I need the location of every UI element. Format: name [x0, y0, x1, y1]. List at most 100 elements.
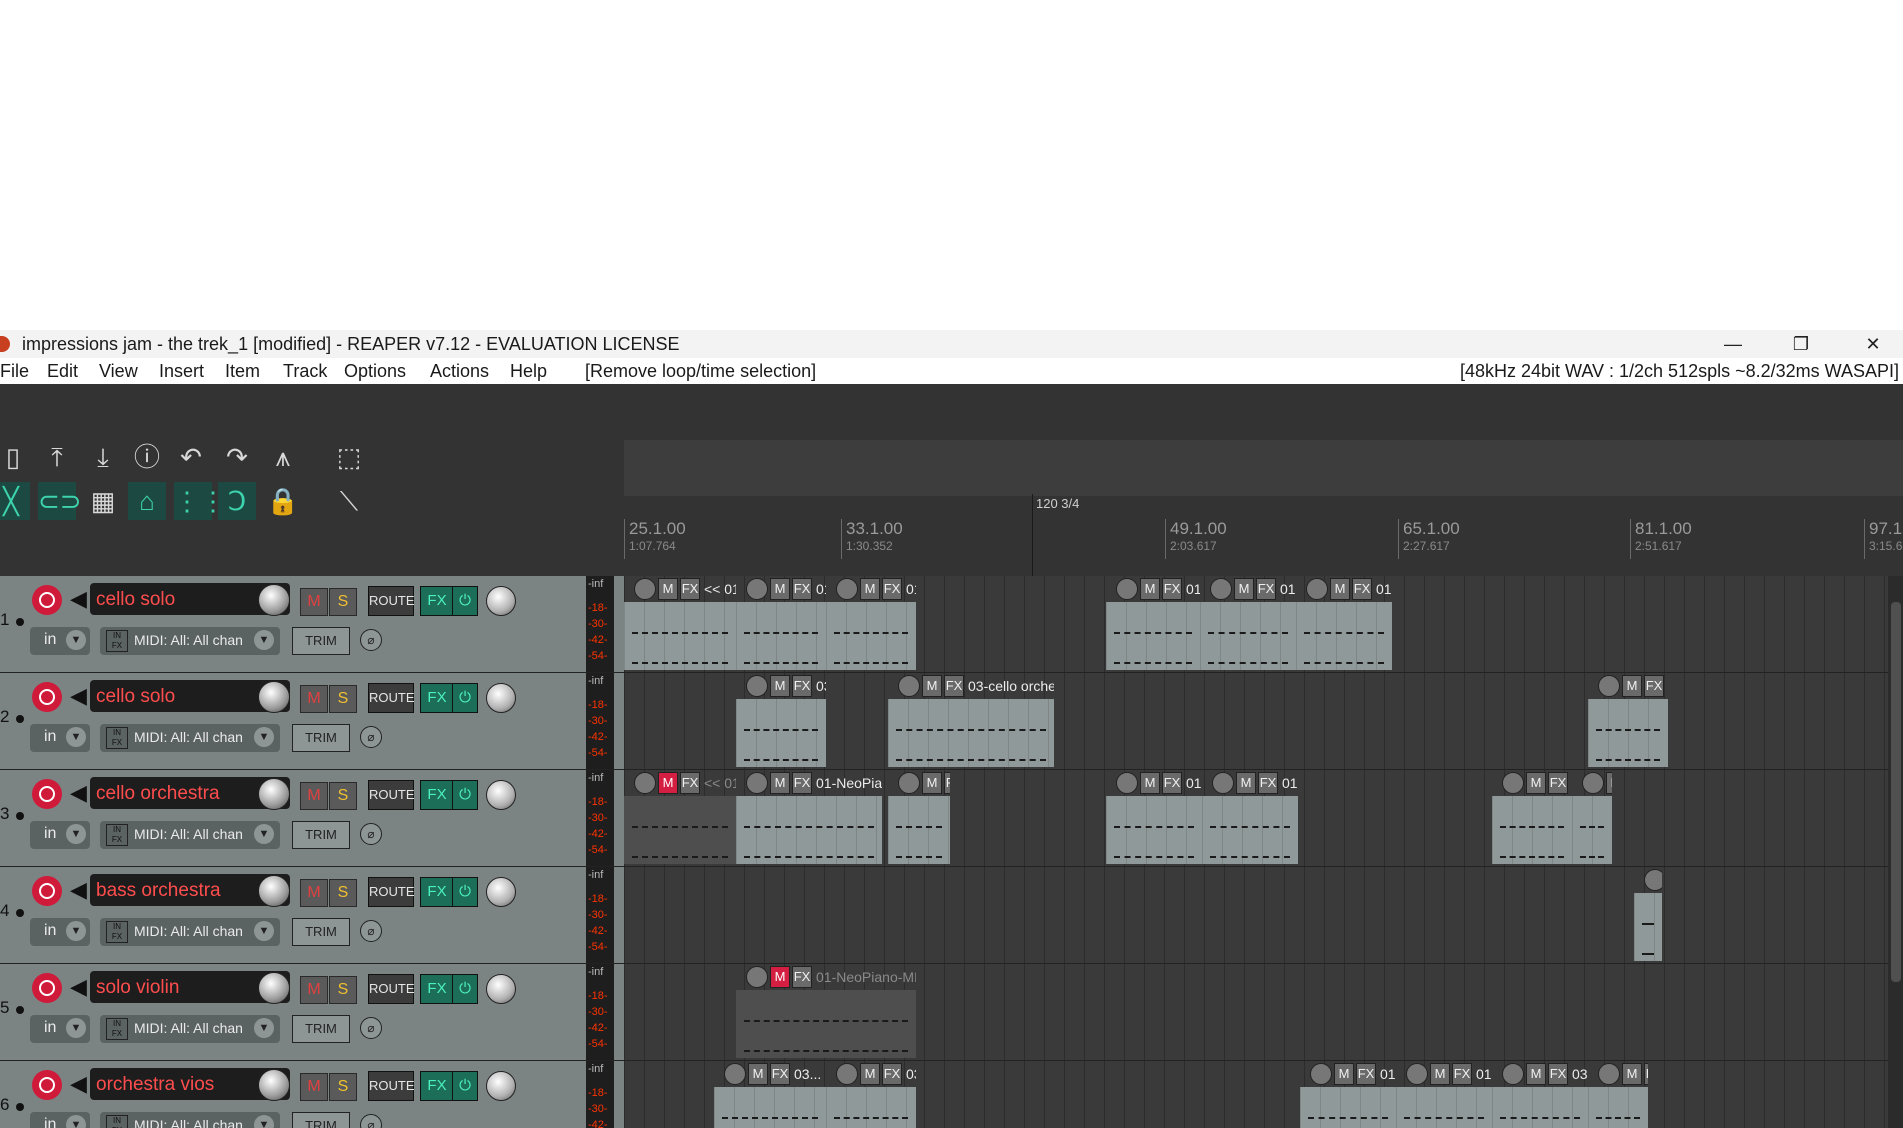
track-lane[interactable]: MFX<< 01-... MFX01-NeoPiano... MFX0... M…: [624, 770, 1903, 867]
midi-item[interactable]: MFX01-...: [1106, 772, 1202, 864]
fx-button[interactable]: FX: [420, 586, 454, 616]
volume-knob[interactable]: [258, 1069, 290, 1101]
item-midi-body[interactable]: [826, 1087, 916, 1128]
midi-input-dropdown[interactable]: INFX MIDI: All: All chan ▼: [100, 918, 280, 946]
item-mute-button[interactable]: M: [1526, 772, 1546, 794]
item-envelope-icon[interactable]: [1212, 772, 1234, 794]
metronome-icon[interactable]: ⩚: [264, 438, 302, 476]
midi-item[interactable]: MFX 03...: [736, 675, 826, 767]
ruler-marker[interactable]: 65.1.00 2:27.617: [1398, 519, 1460, 559]
item-envelope-icon[interactable]: [1116, 772, 1138, 794]
item-fx-button[interactable]: FX: [1258, 772, 1278, 794]
item-fx-button[interactable]: FX: [1548, 772, 1568, 794]
maximize-button[interactable]: ❐: [1773, 330, 1829, 358]
ruler-marker[interactable]: 25.1.00 1:07.764: [624, 519, 686, 559]
record-arm-button[interactable]: [32, 973, 62, 1003]
item-mute-button[interactable]: M: [1140, 578, 1160, 600]
ripple-icon[interactable]: ╳: [0, 482, 30, 520]
item-fx-button[interactable]: FX: [792, 675, 812, 697]
item-midi-body[interactable]: [736, 602, 826, 670]
redo-icon[interactable]: ↷: [218, 438, 256, 476]
menu-view[interactable]: View: [99, 361, 138, 382]
midi-input-dropdown[interactable]: INFX MIDI: All: All chan ▼: [100, 627, 280, 655]
item-envelope-icon[interactable]: [1582, 772, 1604, 794]
item-header[interactable]: MFX0...: [888, 772, 950, 796]
item-header[interactable]: MFX01-NeoPiano-MIDI-gl...: [1200, 578, 1296, 602]
item-header[interactable]: MFX 01...: [826, 578, 916, 602]
phase-invert-button[interactable]: ⌀: [360, 920, 382, 942]
item-envelope-icon[interactable]: [724, 1063, 746, 1085]
trim-button[interactable]: TRIM: [292, 724, 350, 752]
item-envelope-icon[interactable]: [634, 578, 656, 600]
selection-rect-icon[interactable]: ⬚: [330, 438, 368, 476]
fx-bypass-button[interactable]: ⏻: [452, 877, 478, 907]
midi-item[interactable]: MFX 01...: [826, 578, 916, 670]
route-button[interactable]: ROUTE: [368, 974, 415, 1004]
phase-invert-button[interactable]: ⌀: [360, 823, 382, 845]
midi-input-dropdown[interactable]: INFX MIDI: All: All chan ▼: [100, 1015, 280, 1043]
chevron-down-icon[interactable]: ▼: [66, 727, 86, 747]
input-fx-icon[interactable]: INFX: [106, 921, 128, 943]
item-header[interactable]: MFX<< 01-...: [624, 772, 736, 796]
item-mute-button[interactable]: M: [658, 578, 678, 600]
item-header[interactable]: MFX 03...: [826, 1063, 916, 1087]
input-monitor-dropdown[interactable]: in ▼: [30, 918, 90, 946]
fx-bypass-button[interactable]: ⏻: [452, 683, 478, 713]
midi-item[interactable]: MFX03-cello orchest...: [888, 675, 1054, 767]
trim-button[interactable]: TRIM: [292, 821, 350, 849]
item-envelope-icon[interactable]: [1502, 772, 1524, 794]
mute-button[interactable]: M: [300, 879, 328, 907]
track-lane[interactable]: MFX03... MFX03-cello orchest... MFX: [624, 673, 1903, 770]
midi-input-dropdown[interactable]: INFX MIDI: All: All chan ▼: [100, 821, 280, 849]
item-header[interactable]: MFX01-...: [1300, 1063, 1396, 1087]
trim-button[interactable]: TRIM: [292, 1015, 350, 1043]
snap-magnet-icon[interactable]: Ↄ: [218, 482, 256, 520]
item-header[interactable]: MFX 01...: [736, 578, 826, 602]
item-fx-button[interactable]: FX: [1548, 1063, 1568, 1085]
upload-icon[interactable]: ⤒: [38, 438, 76, 476]
track-lane[interactable]: MFX01-NeoPiano-MIDI-...: [624, 964, 1903, 1061]
item-envelope-icon[interactable]: [1502, 1063, 1524, 1085]
item-mute-button[interactable]: M: [922, 675, 942, 697]
item-midi-body[interactable]: [1588, 699, 1668, 767]
midi-item[interactable]: MFX01-NeoPiano-MIDI-gl...: [1200, 578, 1296, 670]
fx-bypass-button[interactable]: ⏻: [452, 586, 478, 616]
pan-knob[interactable]: [486, 683, 516, 713]
envelope-icon[interactable]: ⟍: [330, 482, 368, 520]
item-envelope-icon[interactable]: [836, 1063, 858, 1085]
chevron-down-icon[interactable]: ▼: [254, 921, 274, 941]
item-midi-body[interactable]: [1492, 796, 1572, 864]
volume-knob[interactable]: [258, 681, 290, 713]
menu-actions[interactable]: Actions: [430, 361, 489, 382]
item-envelope-icon[interactable]: [634, 772, 656, 794]
item-envelope-icon[interactable]: [1116, 578, 1138, 600]
menu-item[interactable]: Item: [225, 361, 260, 382]
fx-button[interactable]: FX: [420, 1071, 454, 1101]
speaker-icon[interactable]: ◀: [70, 780, 87, 806]
volume-knob[interactable]: [258, 875, 290, 907]
item-envelope-icon[interactable]: [1598, 675, 1620, 697]
speaker-icon[interactable]: ◀: [70, 1071, 87, 1097]
fx-bypass-button[interactable]: ⏻: [452, 1071, 478, 1101]
item-fx-button[interactable]: FX: [1352, 578, 1372, 600]
undo-icon[interactable]: ↶: [172, 438, 210, 476]
record-arm-button[interactable]: [32, 682, 62, 712]
item-envelope-icon[interactable]: [836, 578, 858, 600]
midi-item[interactable]: MFX03-...: [1492, 772, 1572, 864]
menu-track[interactable]: Track: [283, 361, 327, 382]
trim-button[interactable]: TRIM: [292, 918, 350, 946]
speaker-icon[interactable]: ◀: [70, 877, 87, 903]
arrange-header-bar[interactable]: [624, 440, 1903, 496]
item-midi-body[interactable]: [1296, 602, 1392, 670]
close-button[interactable]: ✕: [1845, 330, 1901, 358]
item-envelope-icon[interactable]: [1310, 1063, 1332, 1085]
item-midi-body[interactable]: [1588, 1087, 1648, 1128]
track-lane[interactable]: MFX<< 01-... MFX01... MFX01... MFX01-...: [624, 576, 1903, 673]
item-mute-button[interactable]: M: [770, 675, 790, 697]
item-envelope-icon[interactable]: [898, 675, 920, 697]
grid-icon[interactable]: ▦: [84, 482, 122, 520]
item-header[interactable]: MFX01-...: [1202, 772, 1298, 796]
minimize-button[interactable]: —: [1705, 330, 1761, 358]
menu-insert[interactable]: Insert: [159, 361, 204, 382]
ruler-marker[interactable]: 97.1 3:15.6: [1864, 519, 1902, 559]
